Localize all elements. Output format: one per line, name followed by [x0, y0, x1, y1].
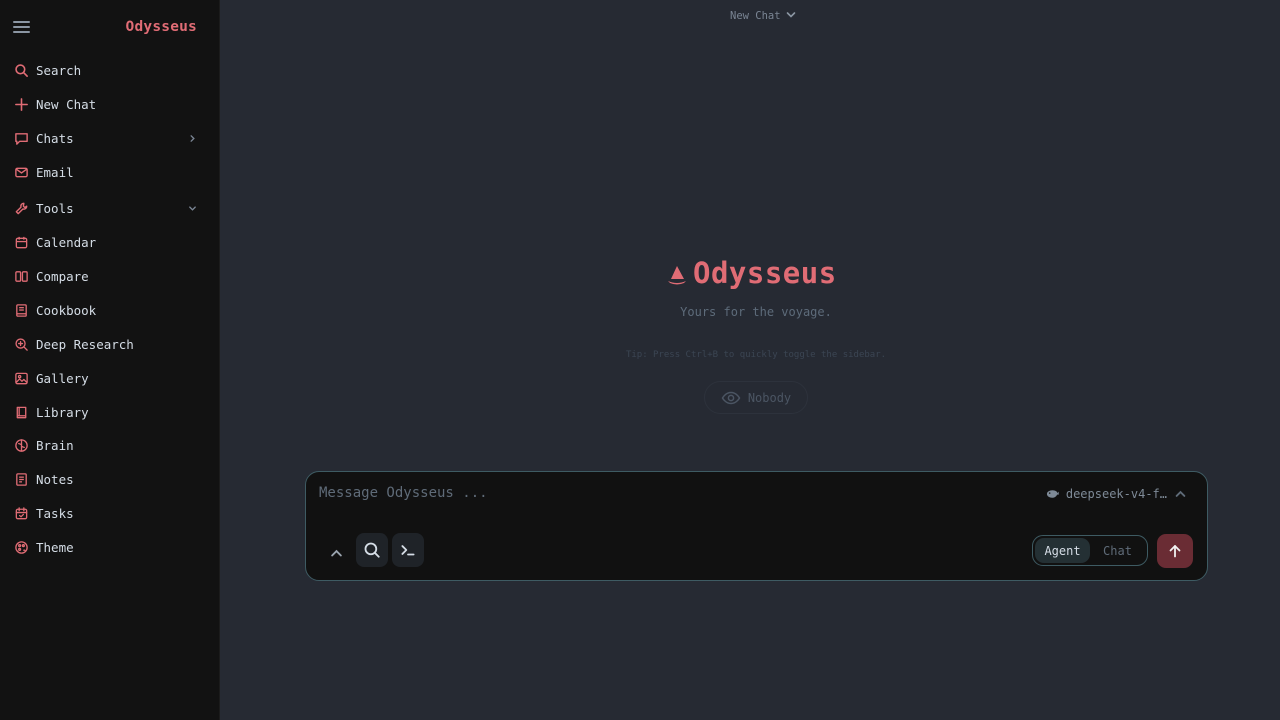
hamburger-icon-line	[13, 31, 30, 33]
chevron-right-icon[interactable]	[187, 131, 197, 145]
expand-tools-button[interactable]	[326, 543, 346, 563]
sidebar-item-label: Library	[36, 404, 89, 420]
columns-icon	[13, 268, 29, 284]
chevron-up-icon	[1175, 490, 1186, 497]
sidebar-item-label: Calendar	[36, 234, 97, 250]
chevron-up-icon	[330, 549, 342, 557]
tagline: Yours for the voyage.	[680, 305, 832, 319]
sidebar-item-library[interactable]: Library	[0, 397, 219, 427]
chevron-down-icon[interactable]	[187, 201, 197, 215]
sidebar: Odysseus Search New Chat Chats Email Too…	[0, 0, 220, 720]
sidebar-item-compare[interactable]: Compare	[0, 261, 219, 291]
chat-bubble-icon	[13, 130, 29, 146]
sidebar-item-label: Compare	[36, 268, 89, 284]
message-composer: deepseek-v4-f… Agent Chat	[305, 471, 1208, 581]
chat-title-dropdown[interactable]: New Chat	[730, 10, 796, 22]
sidebar-item-tasks[interactable]: Tasks	[0, 498, 219, 528]
hamburger-icon	[13, 21, 30, 23]
sidebar-item-label: Tasks	[36, 505, 74, 521]
chevron-down-icon	[786, 10, 796, 22]
mode-agent-button[interactable]: Agent	[1035, 538, 1090, 563]
mail-icon	[13, 164, 29, 180]
sidebar-item-label: New Chat	[36, 96, 97, 112]
visibility-label: Nobody	[747, 390, 792, 405]
sidebar-item-search[interactable]: Search	[0, 55, 219, 85]
palette-icon	[13, 539, 29, 555]
sidebar-item-label: Gallery	[36, 370, 89, 386]
app-brand[interactable]: Odysseus	[126, 19, 197, 35]
terminal-icon	[401, 545, 415, 556]
search-icon	[364, 542, 380, 558]
sidebar-item-tools[interactable]: Tools	[0, 193, 219, 223]
sidebar-item-label: Notes	[36, 471, 74, 487]
terminal-button[interactable]	[392, 533, 424, 567]
message-input[interactable]	[319, 482, 959, 504]
model-name: deepseek-v4-f…	[1065, 487, 1167, 501]
menu-toggle-button[interactable]	[12, 18, 32, 36]
sidebar-item-email[interactable]: Email	[0, 157, 219, 187]
web-search-button[interactable]	[356, 533, 388, 567]
hero-title: Odysseus	[693, 256, 837, 290]
model-selector[interactable]: deepseek-v4-f…	[1046, 487, 1187, 501]
tip-text: Tip: Press Ctrl+B to quickly toggle the …	[625, 350, 887, 360]
sidebar-item-label: Theme	[36, 539, 74, 555]
library-book-icon	[13, 404, 29, 420]
chat-title: New Chat	[730, 10, 781, 22]
calendar-check-icon	[13, 505, 29, 521]
mode-chat-button[interactable]: Chat	[1090, 538, 1145, 563]
whale-icon	[1046, 490, 1059, 498]
notes-icon	[13, 471, 29, 487]
sidebar-item-label: Brain	[36, 437, 74, 453]
sidebar-item-notes[interactable]: Notes	[0, 464, 219, 494]
sidebar-item-label: Search	[36, 62, 82, 78]
mode-toggle: Agent Chat	[1032, 535, 1148, 566]
sidebar-item-theme[interactable]: Theme	[0, 532, 219, 562]
brain-icon	[13, 437, 29, 453]
wrench-icon	[13, 200, 29, 216]
sidebar-item-new-chat[interactable]: New Chat	[0, 89, 219, 119]
plus-icon	[13, 96, 29, 112]
calendar-icon	[13, 234, 29, 250]
sidebar-item-calendar[interactable]: Calendar	[0, 227, 219, 257]
visibility-button[interactable]: Nobody	[704, 381, 808, 414]
arrow-up-icon	[1169, 545, 1181, 558]
hamburger-icon-line	[13, 26, 30, 28]
sidebar-item-label: Tools	[36, 200, 74, 216]
image-icon	[13, 370, 29, 386]
hero-logo: Odysseus	[665, 256, 837, 290]
sailboat-icon	[668, 266, 686, 285]
sidebar-item-chats[interactable]: Chats	[0, 123, 219, 153]
sidebar-item-brain[interactable]: Brain	[0, 430, 219, 460]
sidebar-item-gallery[interactable]: Gallery	[0, 363, 219, 393]
sidebar-item-label: Chats	[36, 130, 74, 146]
eye-icon	[721, 391, 741, 404]
sidebar-item-label: Email	[36, 164, 74, 180]
sidebar-header: Odysseus	[0, 0, 220, 56]
search-icon	[13, 62, 29, 78]
send-button[interactable]	[1157, 534, 1193, 568]
